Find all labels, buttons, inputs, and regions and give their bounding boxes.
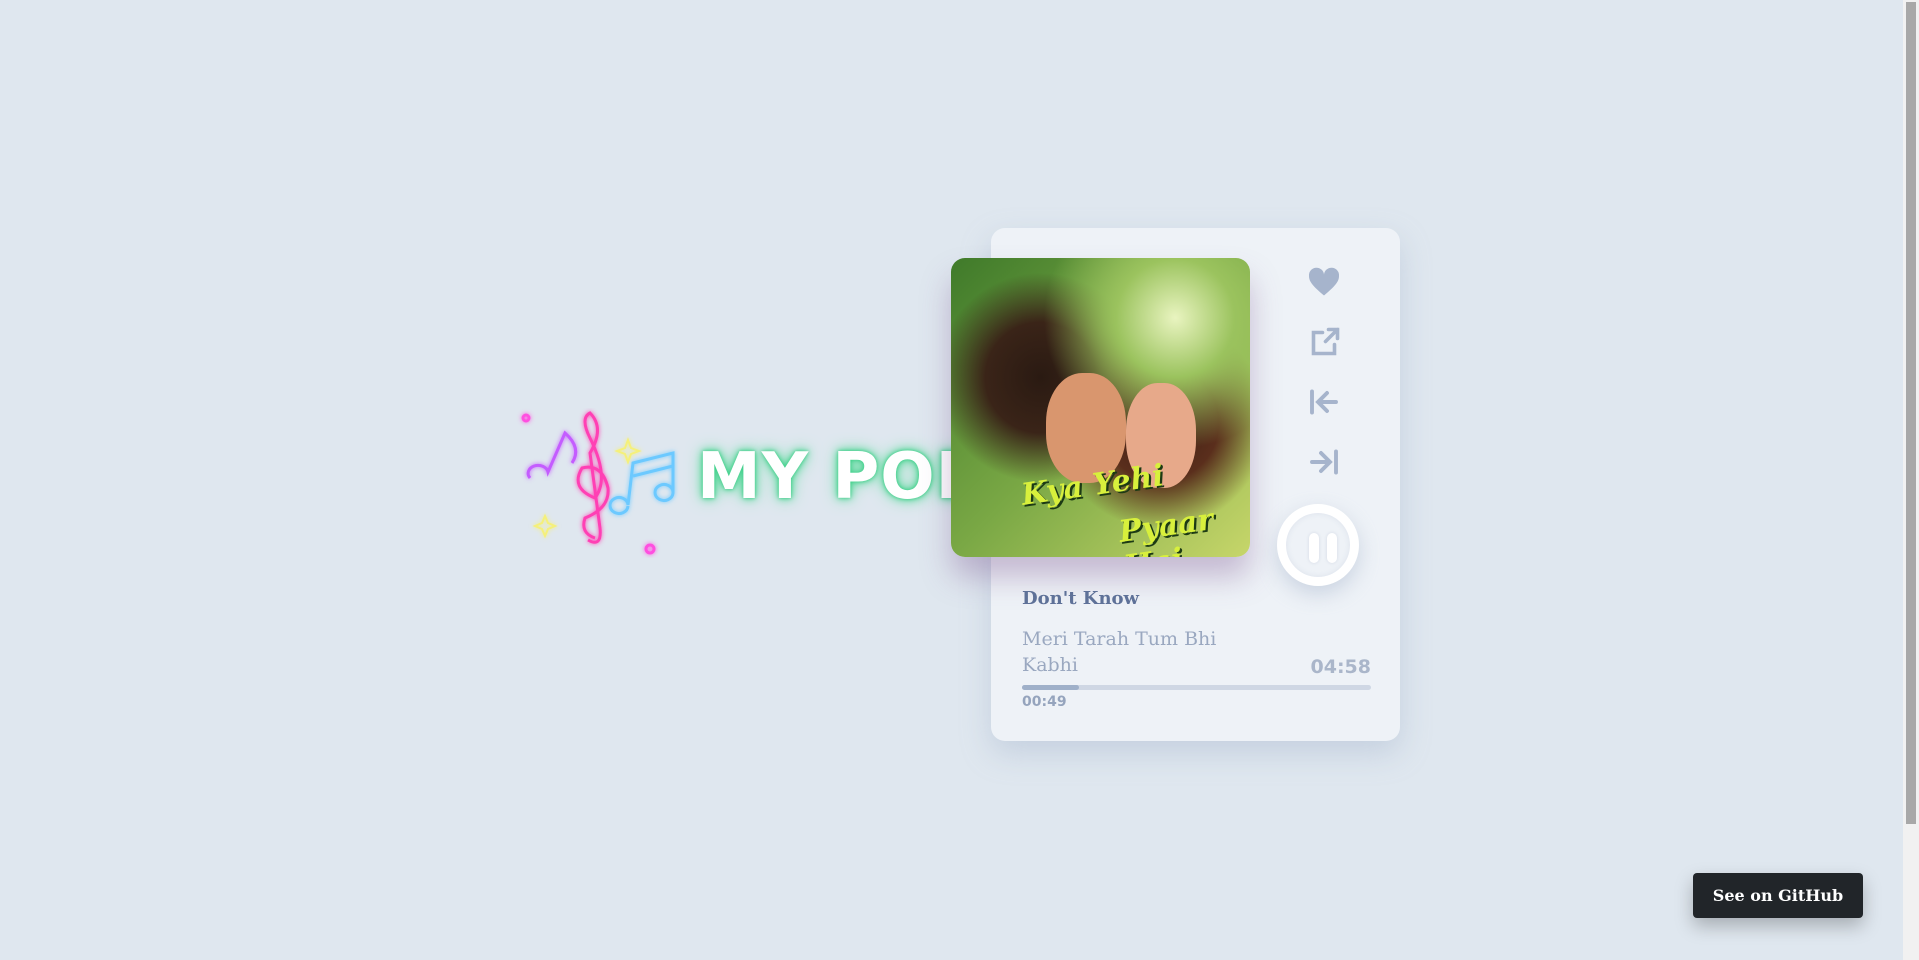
logo-text: MY POD	[697, 440, 990, 514]
pause-button[interactable]	[1277, 504, 1359, 586]
track-duration: 04:58	[1310, 656, 1371, 678]
music-notes-icon	[521, 411, 675, 555]
progress-fill	[1022, 685, 1080, 690]
next-track-icon[interactable]	[1306, 444, 1342, 480]
album-art-title: Pyaar Hai	[1116, 502, 1216, 557]
pause-icon	[1327, 533, 1337, 563]
pause-icon	[1309, 533, 1319, 563]
heart-icon[interactable]	[1306, 264, 1342, 300]
external-link-icon[interactable]	[1306, 325, 1342, 361]
album-art: Kya Yehi Pyaar Hai	[951, 258, 1250, 557]
track-title: Don't Know	[1022, 588, 1140, 609]
progress-bar[interactable]	[1022, 685, 1371, 690]
scrollbar-thumb[interactable]	[1906, 2, 1916, 824]
previous-track-icon[interactable]	[1306, 384, 1342, 420]
see-on-github-button[interactable]: See on GitHub	[1693, 873, 1863, 918]
track-artist: Meri Tarah Tum Bhi Kabhi	[1022, 628, 1217, 676]
elapsed-time: 00:49	[1022, 694, 1067, 710]
